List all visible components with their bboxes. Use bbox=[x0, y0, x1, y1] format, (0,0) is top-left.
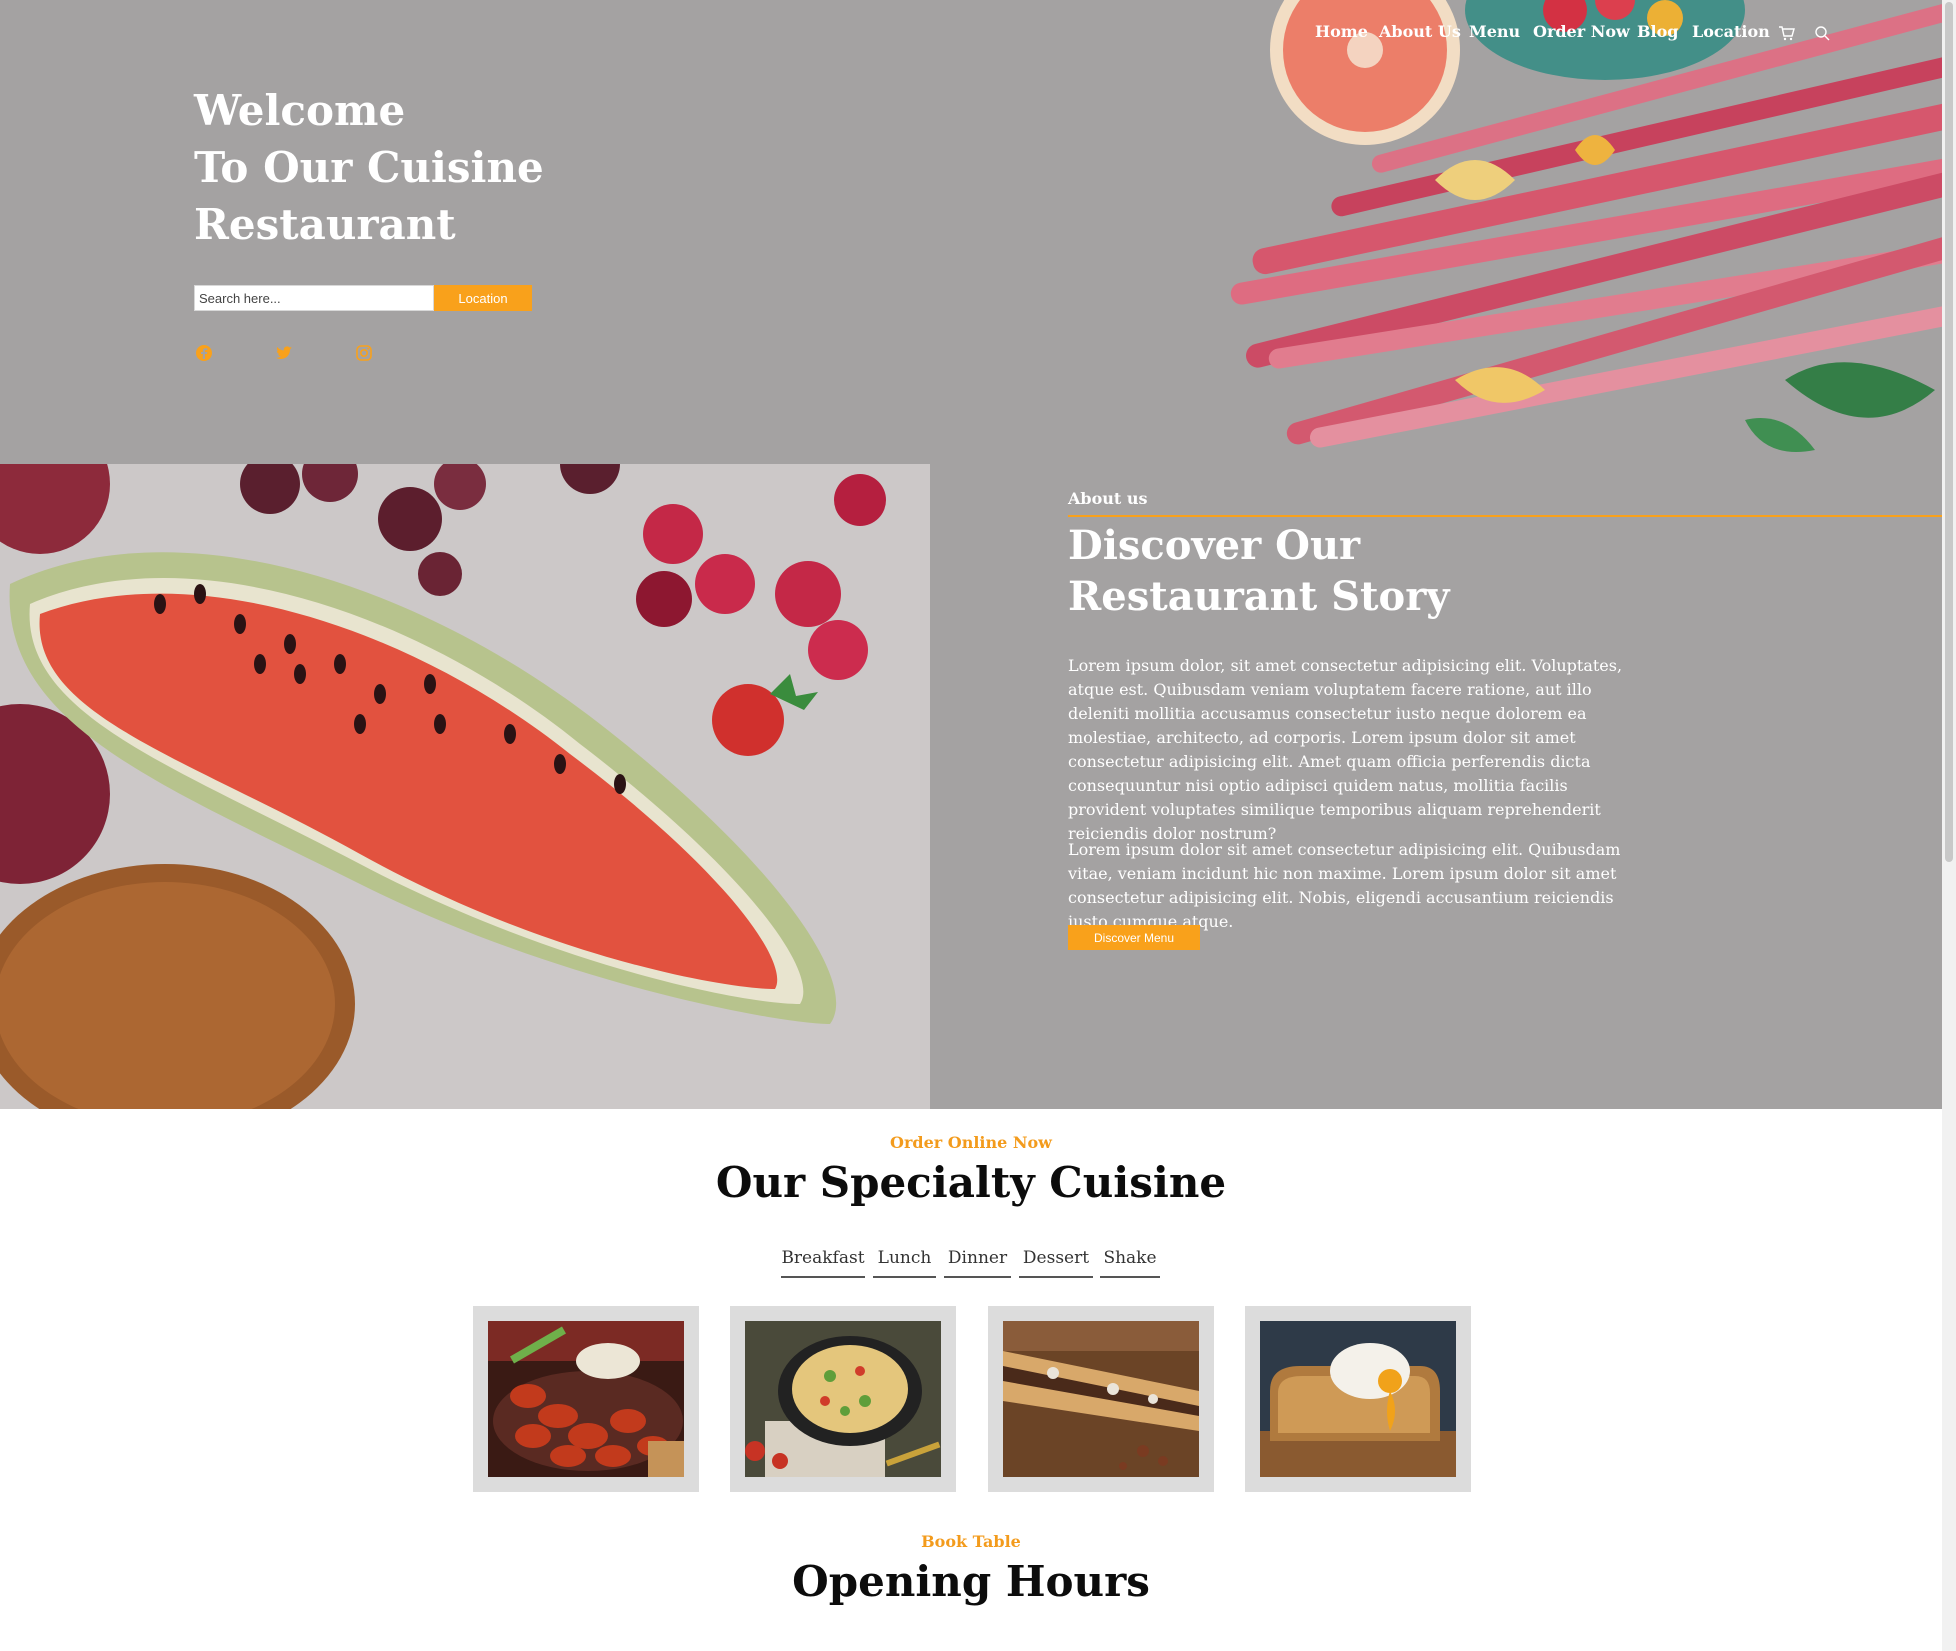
facebook-icon[interactable] bbox=[195, 344, 213, 362]
instagram-icon[interactable] bbox=[355, 344, 373, 362]
dish-image-wings bbox=[488, 1321, 684, 1477]
search-input[interactable] bbox=[194, 285, 434, 311]
dish-card-wings[interactable] bbox=[473, 1306, 699, 1492]
nav-location[interactable]: Location bbox=[1692, 22, 1770, 41]
dish-card-sandwich[interactable] bbox=[988, 1306, 1214, 1492]
about-eyebrow: About us bbox=[1068, 489, 1148, 508]
tab-dinner[interactable]: Dinner bbox=[944, 1246, 1011, 1278]
specialty-title: Our Specialty Cuisine bbox=[715, 1158, 1227, 1207]
discover-menu-button[interactable]: Discover Menu bbox=[1068, 925, 1200, 950]
hero-section: Home About Us Menu Order Now Blog Locati… bbox=[0, 0, 1942, 464]
nav-home[interactable]: Home bbox=[1315, 22, 1368, 41]
tab-lunch[interactable]: Lunch bbox=[873, 1246, 936, 1278]
dish-image-pasta bbox=[745, 1321, 941, 1477]
cart-icon[interactable] bbox=[1777, 24, 1795, 42]
about-title-line: Restaurant Story bbox=[1068, 573, 1450, 620]
about-paragraph: Lorem ipsum dolor, sit amet consectetur … bbox=[1068, 656, 1623, 843]
about-section: About us Discover Our Restaurant Story L… bbox=[0, 464, 1942, 1109]
dish-card-egg-toast[interactable] bbox=[1245, 1306, 1471, 1492]
scrollbar-thumb[interactable] bbox=[1945, 2, 1953, 862]
book-table-eyebrow: Book Table bbox=[921, 1532, 1021, 1551]
hero-title-line: Welcome bbox=[194, 86, 406, 135]
nav-menu[interactable]: Menu bbox=[1469, 22, 1520, 41]
opening-hours-title: Opening Hours bbox=[792, 1557, 1150, 1606]
about-fruit-image bbox=[0, 464, 1000, 1109]
main-nav: Home About Us Menu Order Now Blog Locati… bbox=[0, 22, 1942, 52]
hero-search-bar: Location bbox=[194, 285, 532, 311]
about-divider bbox=[1068, 515, 1942, 517]
about-title-line: Discover Our bbox=[1068, 522, 1361, 569]
location-button[interactable]: Location bbox=[434, 285, 532, 311]
page-scrollbar[interactable] bbox=[1942, 0, 1956, 1651]
search-icon[interactable] bbox=[1813, 24, 1831, 42]
nav-about-us[interactable]: About Us bbox=[1379, 22, 1461, 41]
dish-image-sandwich bbox=[1003, 1321, 1199, 1477]
hero-food-image bbox=[1230, 0, 1942, 452]
dish-image-egg-toast bbox=[1260, 1321, 1456, 1477]
hero-title-line: Restaurant bbox=[194, 200, 456, 249]
cuisine-tabs: Breakfast Lunch Dinner Dessert Shake bbox=[0, 1246, 1942, 1278]
hero-title: Welcome To Our Cuisine Restaurant bbox=[194, 82, 674, 253]
tab-shake[interactable]: Shake bbox=[1100, 1246, 1160, 1278]
hero-title-line: To Our Cuisine bbox=[194, 143, 544, 192]
dish-card-pasta[interactable] bbox=[730, 1306, 956, 1492]
order-online-eyebrow: Order Online Now bbox=[890, 1133, 1052, 1152]
about-title: Discover Our Restaurant Story bbox=[1068, 520, 1588, 622]
tab-dessert[interactable]: Dessert bbox=[1019, 1246, 1093, 1278]
nav-blog[interactable]: Blog bbox=[1637, 22, 1678, 41]
nav-order-now[interactable]: Order Now bbox=[1533, 22, 1630, 41]
about-paragraph: Lorem ipsum dolor sit amet consectetur a… bbox=[1068, 840, 1621, 931]
twitter-icon[interactable] bbox=[275, 344, 293, 362]
tab-breakfast[interactable]: Breakfast bbox=[781, 1246, 865, 1278]
